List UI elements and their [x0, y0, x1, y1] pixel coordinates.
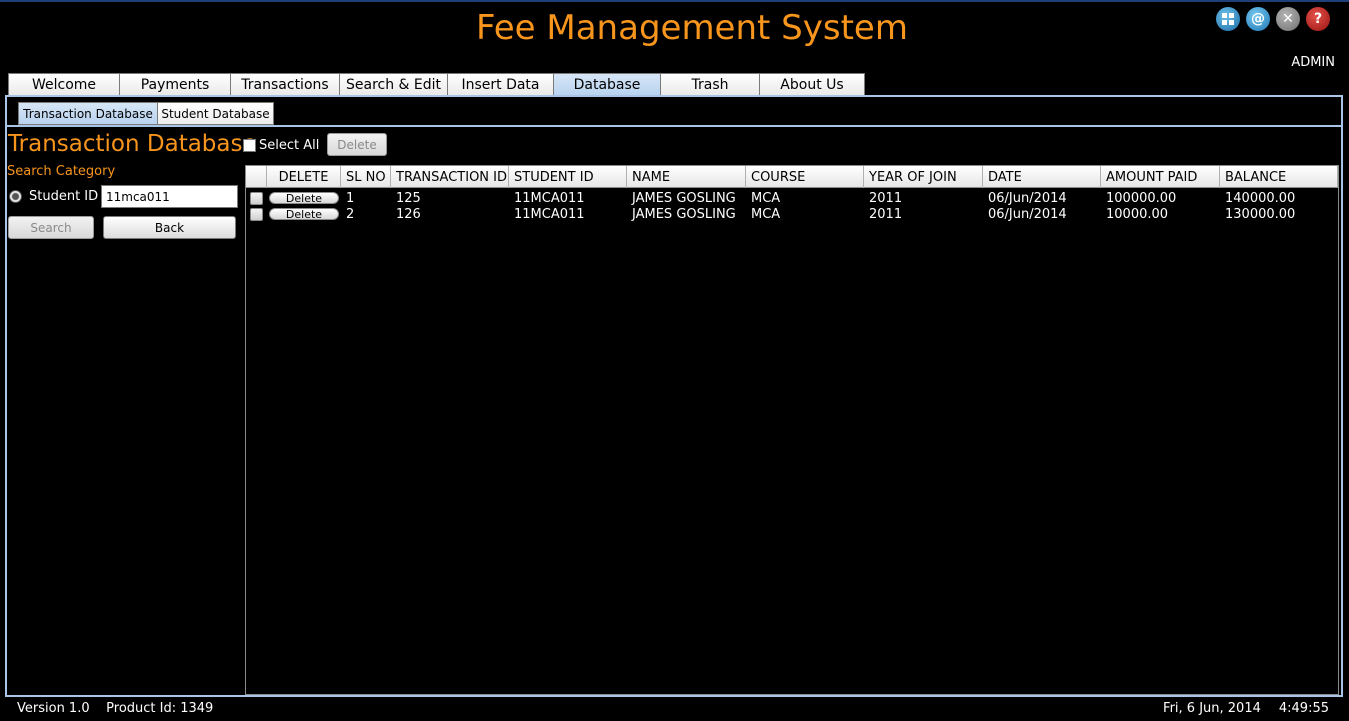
cell-amount-paid: 100000.00: [1106, 190, 1177, 206]
delete-selected-button[interactable]: Delete: [327, 133, 387, 156]
cell-transaction-id: 125: [396, 190, 421, 206]
table-row: Delete 2 126 11MCA011 JAMES GOSLING MCA …: [246, 206, 1338, 222]
cell-student-id: 11MCA011: [514, 206, 585, 222]
cell-balance: 130000.00: [1225, 206, 1296, 222]
cell-balance: 140000.00: [1225, 190, 1296, 206]
student-id-label: Student ID: [29, 189, 99, 204]
column-header-sl-no: SL NO: [341, 166, 391, 188]
tab-transactions[interactable]: Transactions: [230, 73, 340, 96]
version-label: Version 1.0: [17, 701, 90, 716]
date-label: Fri, 6 Jun, 2014: [1163, 701, 1261, 716]
cell-course: MCA: [751, 190, 781, 206]
window-top-border: [0, 0, 1349, 2]
table-row: Delete 1 125 11MCA011 JAMES GOSLING MCA …: [246, 190, 1338, 206]
sub-tab-bar: Transaction Database Student Database: [18, 102, 274, 125]
time-label: 4:49:55: [1278, 701, 1329, 716]
tab-student-database[interactable]: Student Database: [157, 102, 274, 125]
cell-course: MCA: [751, 206, 781, 222]
search-button[interactable]: Search: [8, 216, 94, 239]
cell-sl-no: 2: [346, 206, 355, 222]
row-delete-cell: Delete: [267, 206, 341, 222]
column-header-student-id: STUDENT ID: [509, 166, 627, 188]
row-delete-button[interactable]: Delete: [269, 192, 339, 204]
column-header-name: NAME: [627, 166, 746, 188]
select-all-label: Select All: [259, 138, 320, 153]
cell-year-of-join: 2011: [869, 190, 903, 206]
cell-date: 06/Jun/2014: [988, 190, 1067, 206]
student-id-input[interactable]: [101, 185, 238, 208]
status-bar-right: Fri, 6 Jun, 2014 4:49:55: [1163, 701, 1329, 716]
tab-trash[interactable]: Trash: [660, 73, 760, 96]
help-icon[interactable]: ?: [1306, 7, 1330, 31]
row-delete-button[interactable]: Delete: [269, 208, 339, 220]
column-header-select: [246, 166, 267, 188]
cell-student-id: 11MCA011: [514, 190, 585, 206]
column-header-amount-paid: AMOUNT PAID: [1101, 166, 1220, 188]
at-sign-icon[interactable]: @: [1246, 7, 1270, 31]
row-select-checkbox[interactable]: [250, 207, 263, 221]
column-header-year-of-join: YEAR OF JOIN: [864, 166, 983, 188]
select-all-checkbox[interactable]: Select All: [243, 138, 319, 153]
tab-payments[interactable]: Payments: [119, 73, 231, 96]
status-bar-left: Version 1.0 Product Id: 1349: [17, 701, 213, 716]
section-title: Transaction Database: [8, 131, 257, 157]
transactions-table: DELETE SL NO TRANSACTION ID STUDENT ID N…: [245, 165, 1339, 695]
cell-amount-paid: 10000.00: [1106, 206, 1169, 222]
cell-name: JAMES GOSLING: [632, 190, 736, 206]
column-header-balance: BALANCE: [1220, 166, 1338, 188]
row-delete-cell: Delete: [267, 190, 341, 206]
column-header-delete: DELETE: [267, 166, 341, 188]
tab-search-edit[interactable]: Search & Edit: [339, 73, 448, 96]
current-user: ADMIN: [1291, 55, 1335, 70]
column-header-date: DATE: [983, 166, 1101, 188]
search-category-label: Search Category: [7, 164, 116, 179]
tab-about-us[interactable]: About Us: [759, 73, 865, 96]
tab-transaction-database[interactable]: Transaction Database: [18, 102, 158, 125]
window-controls: @ ✕ ?: [1216, 7, 1330, 31]
checkbox-box[interactable]: [243, 139, 256, 152]
cell-date: 06/Jun/2014: [988, 206, 1067, 222]
row-select-cell: [246, 206, 267, 222]
minimize-icon[interactable]: ✕: [1276, 7, 1300, 31]
cell-transaction-id: 126: [396, 206, 421, 222]
cell-sl-no: 1: [346, 190, 355, 206]
tab-insert-data[interactable]: Insert Data: [447, 73, 554, 96]
table-header: DELETE SL NO TRANSACTION ID STUDENT ID N…: [246, 166, 1338, 188]
tab-database[interactable]: Database: [553, 73, 661, 96]
product-id-label: Product Id: 1349: [106, 701, 214, 716]
student-id-radio[interactable]: [9, 190, 22, 203]
grid-icon[interactable]: [1216, 7, 1240, 31]
column-header-course: COURSE: [746, 166, 864, 188]
cell-name: JAMES GOSLING: [632, 206, 736, 222]
column-header-transaction-id: TRANSACTION ID: [391, 166, 509, 188]
app-title: Fee Management System: [476, 8, 908, 48]
cell-year-of-join: 2011: [869, 206, 903, 222]
sub-tab-divider: [7, 125, 1341, 127]
back-button[interactable]: Back: [103, 216, 236, 239]
tab-welcome[interactable]: Welcome: [8, 73, 120, 96]
main-tab-bar: Welcome Payments Transactions Search & E…: [8, 73, 865, 96]
row-select-checkbox[interactable]: [250, 191, 263, 205]
row-select-cell: [246, 190, 267, 206]
